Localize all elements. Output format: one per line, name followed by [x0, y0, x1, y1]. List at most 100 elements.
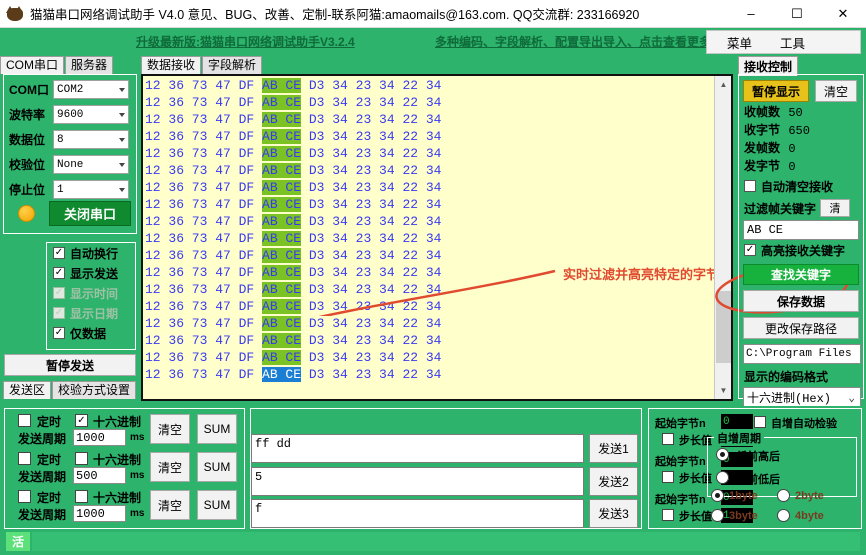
menu-button[interactable]: 菜单 [719, 33, 760, 52]
data-line[interactable]: 12 36 73 47 DF AB CE D3 34 23 34 22 34 [145, 248, 441, 265]
data-line[interactable]: 12 36 73 47 DF AB CE D3 34 23 34 22 34 [145, 78, 441, 95]
clear-display-button[interactable]: 清空 [815, 80, 857, 102]
data-line[interactable]: 12 36 73 47 DF AB CE D3 34 23 34 22 34 [145, 282, 441, 299]
upgrade-link[interactable]: 升级最新版:猫猫串口网络调试助手V3.2.4 [136, 33, 355, 50]
data-line[interactable]: 12 36 73 47 DF AB CE D3 34 23 34 22 34 [145, 231, 441, 248]
data-line[interactable]: 12 36 73 47 DF AB CE D3 34 23 34 22 34 [145, 299, 441, 316]
checkbox-show-date[interactable]: ✓ [53, 307, 65, 319]
checkbox-timer-1[interactable] [18, 414, 31, 427]
data-line[interactable]: 12 36 73 47 DF AB CE D3 34 23 34 22 34 [145, 350, 441, 367]
sum-2-button[interactable]: SUM [197, 452, 237, 482]
data-line[interactable]: 12 36 73 47 DF AB CE D3 34 23 34 22 34 [145, 197, 441, 214]
data-line[interactable]: 12 36 73 47 DF AB CE D3 34 23 34 22 34 [145, 333, 441, 350]
checkbox-show-time[interactable]: ✓ [53, 287, 65, 299]
select-com-port[interactable]: COM2 [53, 80, 129, 99]
input-start-byte-1[interactable]: 0 [721, 414, 753, 429]
clear-filter-button[interactable]: 清 [820, 199, 850, 217]
option-auto-clear-receive[interactable]: 自动清空接收 [739, 176, 863, 196]
input-period-1[interactable]: 1000 [73, 429, 126, 446]
data-line[interactable]: 12 36 73 47 DF AB CE D3 34 23 34 22 34 [145, 95, 441, 112]
tab-data-receive[interactable]: 数据接收 [141, 56, 201, 74]
label-3byte: 3byte [729, 510, 758, 522]
radio-low-first[interactable] [716, 448, 729, 461]
pause-display-button[interactable]: 暂停显示 [743, 80, 809, 102]
send-3-button[interactable]: 发送3 [589, 499, 638, 528]
data-line[interactable]: 12 36 73 47 DF AB CE D3 34 23 34 22 34 [145, 214, 441, 231]
scroll-down-icon[interactable]: ▼ [715, 382, 732, 399]
select-encoding-format[interactable]: 十六进制(Hex) ⌄ [743, 387, 861, 408]
select-baud-rate[interactable]: 9600 [53, 105, 129, 124]
close-serial-port-button[interactable]: 关闭串口 [49, 201, 131, 226]
checkbox-timer-3[interactable] [18, 490, 31, 503]
scrollbar-thumb[interactable] [716, 291, 731, 363]
change-save-path-button[interactable]: 更改保存路径 [743, 317, 859, 339]
find-keyword-button[interactable]: 查找关键字 [743, 264, 859, 285]
pause-send-button[interactable]: 暂停发送 [4, 354, 136, 376]
tools-button[interactable]: 工具 [772, 33, 813, 52]
scroll-up-icon[interactable]: ▲ [715, 76, 732, 93]
option-highlight-keyword[interactable]: ✓ 高亮接收关键字 [739, 240, 863, 260]
minimize-button[interactable]: – [728, 0, 774, 28]
filter-keyword-input[interactable]: AB CE [743, 220, 859, 240]
send-1-button[interactable]: 发送1 [589, 434, 638, 463]
sum-3-button[interactable]: SUM [197, 490, 237, 520]
tab-com-serial[interactable]: COM串口 [0, 56, 64, 74]
save-data-button[interactable]: 保存数据 [743, 290, 859, 312]
data-scrollbar[interactable]: ▲ ▼ [714, 76, 731, 399]
tab-server[interactable]: 服务器 [65, 56, 113, 74]
select-data-bits[interactable]: 8 [53, 130, 129, 149]
clear-send-2-button[interactable]: 清空 [150, 452, 190, 482]
checkbox-highlight-keyword[interactable]: ✓ [744, 244, 756, 256]
close-button[interactable]: ✕ [820, 0, 866, 28]
data-line[interactable]: 12 36 73 47 DF AB CE D3 34 23 34 22 34 [145, 316, 441, 333]
data-line[interactable]: 12 36 73 47 DF AB CE D3 34 23 34 22 34 [145, 146, 441, 163]
send-2-button[interactable]: 发送2 [589, 467, 638, 496]
tab-field-parse[interactable]: 字段解析 [202, 56, 262, 74]
input-period-3[interactable]: 1000 [73, 505, 126, 522]
radio-2byte[interactable] [777, 489, 790, 502]
option-show-date[interactable]: ✓ 显示日期 [47, 303, 135, 323]
checkbox-step-2[interactable] [662, 471, 674, 483]
save-path-input[interactable]: C:\Program Files [743, 344, 861, 364]
sum-1-button[interactable]: SUM [197, 414, 237, 444]
checkbox-step-1[interactable] [662, 433, 674, 445]
option-show-send[interactable]: ✓ 显示发送 [47, 263, 135, 283]
data-line[interactable]: 12 36 73 47 DF AB CE D3 34 23 34 22 34 [145, 163, 441, 180]
select-parity[interactable]: None [53, 155, 129, 174]
maximize-button[interactable]: ☐ [774, 0, 820, 28]
select-stop-bits[interactable]: 1 [53, 180, 129, 199]
checkbox-timer-2[interactable] [18, 452, 31, 465]
send-input-2[interactable]: 5 [251, 467, 584, 496]
radio-1byte[interactable] [711, 489, 724, 502]
clear-send-3-button[interactable]: 清空 [150, 490, 190, 520]
data-line[interactable]: 12 36 73 47 DF AB CE D3 34 23 34 22 34 [145, 112, 441, 129]
checkbox-hex-3[interactable] [75, 490, 88, 503]
tab-send-area[interactable]: 发送区 [3, 381, 51, 399]
checkbox-auto-check[interactable] [754, 416, 766, 428]
radio-high-first[interactable] [716, 471, 729, 484]
radio-4byte[interactable] [777, 509, 790, 522]
checkbox-hex-1[interactable]: ✓ [75, 414, 88, 427]
data-line[interactable]: 12 36 73 47 DF AB CE D3 34 23 34 22 34 [145, 367, 441, 384]
option-auto-wrap[interactable]: ✓ 自动换行 [47, 243, 135, 263]
option-show-time[interactable]: ✓ 显示时间 [47, 283, 135, 303]
checkbox-data-only[interactable]: ✓ [53, 327, 65, 339]
features-link[interactable]: 多种编码、字段解析、配置导出导入、点击查看更多 [435, 33, 711, 50]
data-display-area[interactable]: 12 36 73 47 DF AB CE D3 34 23 34 22 3412… [141, 74, 733, 401]
checkbox-hex-2[interactable] [75, 452, 88, 465]
checkbox-auto-wrap[interactable]: ✓ [53, 247, 65, 259]
receive-buttons-row: 暂停显示 清空 [743, 80, 863, 102]
checkbox-auto-clear-receive[interactable] [744, 180, 756, 192]
data-line[interactable]: 12 36 73 47 DF AB CE D3 34 23 34 22 34 [145, 129, 441, 146]
checkbox-step-3[interactable] [662, 509, 674, 521]
clear-send-1-button[interactable]: 清空 [150, 414, 190, 444]
tab-checksum-settings[interactable]: 校验方式设置 [52, 381, 136, 399]
option-data-only[interactable]: ✓ 仅数据 [47, 323, 135, 343]
checkbox-show-send[interactable]: ✓ [53, 267, 65, 279]
radio-3byte[interactable] [711, 509, 724, 522]
send-input-3[interactable]: f [251, 499, 584, 528]
send-input-1[interactable]: ff dd [251, 434, 584, 463]
data-line[interactable]: 12 36 73 47 DF AB CE D3 34 23 34 22 34 [145, 265, 441, 282]
data-line[interactable]: 12 36 73 47 DF AB CE D3 34 23 34 22 34 [145, 180, 441, 197]
input-period-2[interactable]: 500 [73, 467, 126, 484]
